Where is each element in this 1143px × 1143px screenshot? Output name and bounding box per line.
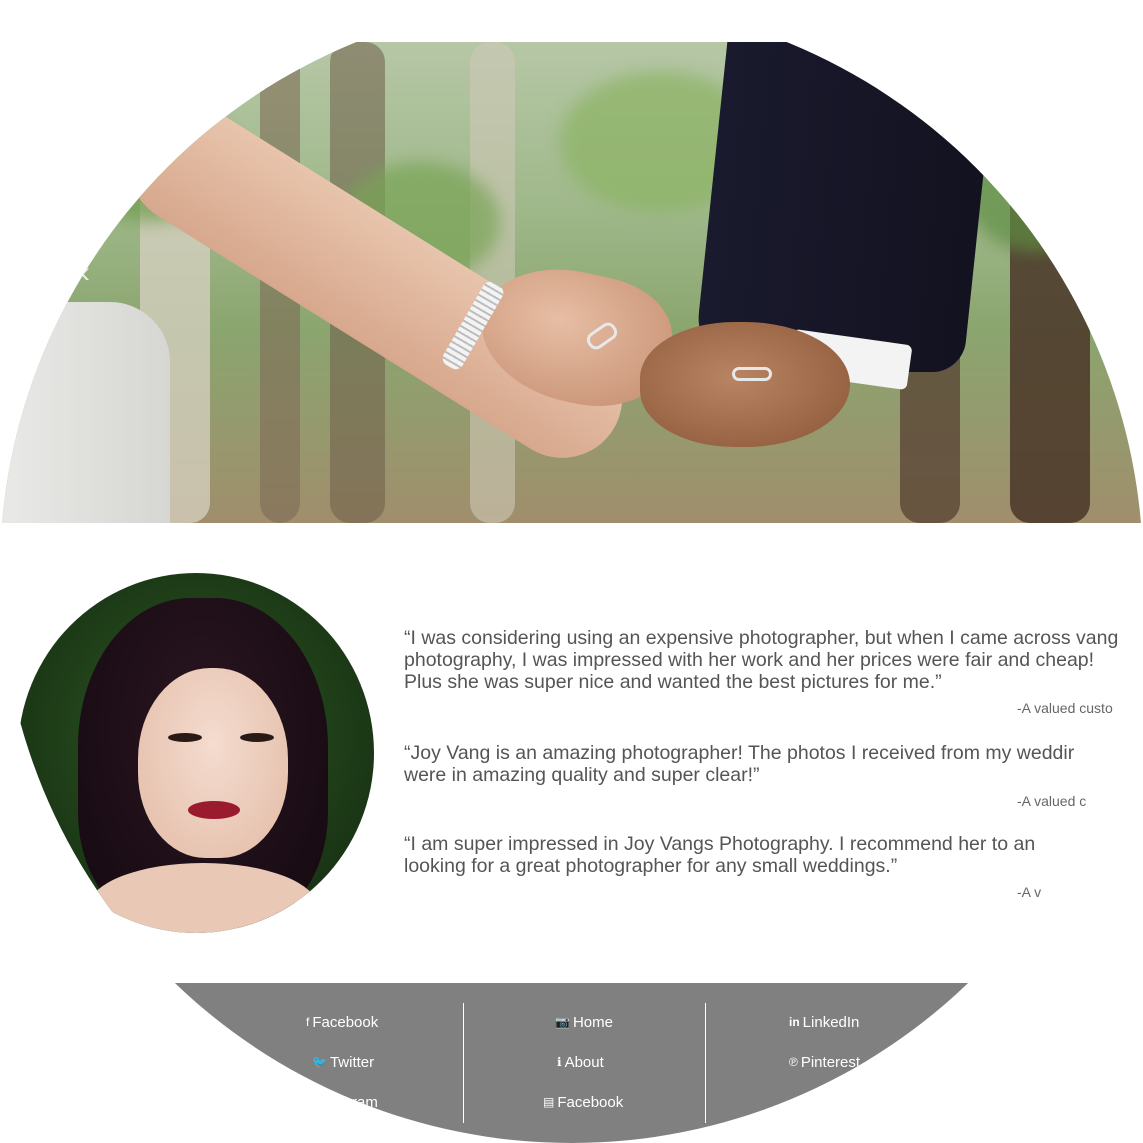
wedding-dress — [0, 302, 170, 523]
footer-link-instagram[interactable]: ram — [352, 1094, 378, 1111]
footer-link-label: Twitter — [329, 1054, 375, 1071]
footer-link-label: Facebook — [557, 1094, 624, 1111]
linkedin-icon: in — [789, 1015, 800, 1029]
info-icon: ℹ — [557, 1055, 562, 1069]
testimonial-quote: “I was considering using an expensive ph… — [404, 627, 1119, 693]
footer-divider — [705, 1003, 706, 1123]
footer-link-label: Home — [572, 1014, 613, 1031]
hero-carousel: ‹ — [0, 42, 1143, 523]
footer-link-label: Facebook — [312, 1014, 379, 1031]
footer-link-about[interactable]: ℹ About — [557, 1054, 604, 1071]
footer-divider — [463, 1003, 464, 1123]
testimonial: “I am super impressed in Joy Vangs Photo… — [404, 833, 1084, 901]
facebook-icon: f — [306, 1015, 310, 1029]
portrait-eye — [168, 733, 202, 742]
photographer-portrait — [18, 573, 374, 933]
wedding-ring — [732, 367, 772, 381]
camera-icon: 📷 — [555, 1015, 570, 1029]
testimonial-author: -A valued custo — [1017, 700, 1113, 716]
testimonial-author: -A valued c — [1017, 793, 1087, 809]
testimonial-author: -A v — [1017, 884, 1042, 900]
footer-link-facebook-page[interactable]: ▤ Facebook — [543, 1094, 623, 1111]
pinterest-icon: ℗ — [789, 1055, 798, 1069]
testimonial: “I was considering using an expensive ph… — [404, 627, 1134, 717]
footer-link-label: ram — [352, 1094, 378, 1111]
carousel-prev-icon[interactable]: ‹ — [80, 256, 90, 290]
portrait-eye — [240, 733, 274, 742]
footer-link-home[interactable]: 📷 Home — [555, 1014, 613, 1031]
twitter-icon: 🐦 — [312, 1055, 327, 1069]
portrait-lips — [188, 801, 240, 819]
testimonial-quote: “Joy Vang is an amazing photographer! Th… — [404, 742, 1075, 786]
footer-link-label: Pinterest — [800, 1054, 861, 1071]
testimonial: “Joy Vang is an amazing photographer! Th… — [404, 742, 1119, 810]
testimonial-quote: “I am super impressed in Joy Vangs Photo… — [404, 833, 1036, 877]
footer-link-twitter[interactable]: 🐦 Twitter — [312, 1054, 374, 1071]
footer-link-label: About — [564, 1054, 604, 1071]
site-footer: f Facebook 🐦 Twitter ram 📷 Home ℹ About ▤ Fac… — [0, 983, 1143, 1143]
portrait-face — [138, 668, 288, 858]
footer-link-pinterest[interactable]: ℗ Pinterest — [789, 1054, 860, 1071]
footer-link-linkedin[interactable]: in LinkedIn — [789, 1014, 859, 1031]
footer-link-label: LinkedIn — [802, 1014, 860, 1031]
footer-link-facebook[interactable]: f Facebook — [306, 1014, 378, 1031]
newspaper-icon: ▤ — [543, 1095, 555, 1109]
circular-viewport: ‹ “I was considering using an expensive … — [0, 0, 1143, 1143]
groom-hand — [640, 322, 850, 447]
